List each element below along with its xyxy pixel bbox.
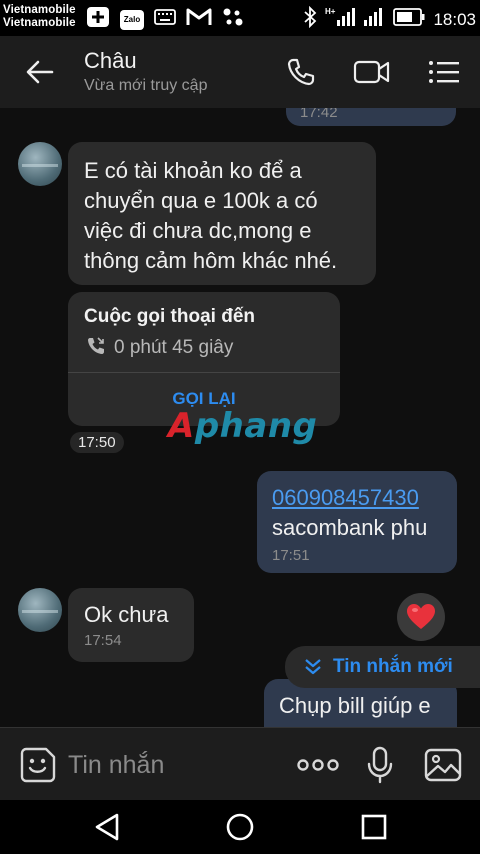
heart-reaction-button[interactable]	[397, 593, 445, 641]
contact-name[interactable]: Châu	[84, 48, 137, 74]
message-time: 17:54	[84, 632, 122, 649]
image-icon	[424, 748, 462, 782]
message-line: E có tài khoản ko để a	[84, 158, 302, 183]
nav-home-button[interactable]	[218, 808, 262, 846]
circle-home-icon	[226, 813, 254, 841]
more-options-button[interactable]	[294, 744, 342, 786]
heart-icon	[407, 604, 435, 629]
sticker-button[interactable]	[18, 744, 58, 786]
carrier-2: Vietnamobile	[3, 17, 76, 29]
system-navigation-bar	[0, 800, 480, 854]
message-bubble-incoming[interactable]: E có tài khoản ko để a chuyển qua e 100k…	[68, 142, 376, 285]
square-recents-icon	[361, 814, 387, 840]
message-time: 17:42	[300, 108, 338, 121]
message-bubble-outgoing[interactable]: 060908457430 sacombank phu 17:51	[257, 471, 457, 573]
chat-header: Châu Vừa mới truy cập	[0, 36, 480, 108]
message-text: Chụp bill giúp e	[279, 693, 431, 718]
double-chevron-down-icon	[305, 659, 321, 675]
list-menu-icon	[429, 61, 459, 83]
message-composer	[0, 727, 480, 800]
message-line: việc đi chưa dc,mong e	[84, 218, 312, 243]
message-line: chuyển qua e 100k a có	[84, 188, 318, 213]
nav-back-button[interactable]	[85, 808, 129, 846]
message-line: thông cảm hôm khác nhé.	[84, 248, 338, 273]
phone-icon	[287, 58, 315, 86]
more-dots-icon	[297, 759, 339, 771]
message-list[interactable]: 17:42 E có tài khoản ko để a chuyển qua …	[0, 108, 480, 727]
back-button[interactable]	[20, 54, 60, 90]
watermark-logo: Aphang	[168, 406, 318, 446]
gmail-icon	[186, 7, 212, 32]
call-duration: 0 phút 45 giây	[114, 337, 234, 358]
new-messages-label: Tin nhắn mới	[333, 656, 453, 677]
status-bar: Vietnamobile Vietnamobile Zalo H+ 18:03	[0, 0, 480, 36]
zalo-icon: Zalo	[120, 9, 144, 30]
signal-icon: H+	[325, 6, 356, 33]
system-status: H+ 18:03	[303, 5, 476, 33]
video-call-button[interactable]	[352, 54, 392, 90]
network-type: H+	[325, 7, 336, 16]
call-title: Cuộc gọi thoại đến	[84, 306, 255, 327]
add-box-icon	[86, 6, 110, 33]
triangle-back-icon	[95, 813, 119, 841]
notification-icons: Zalo	[86, 6, 244, 33]
message-bubble-incoming[interactable]: Ok chưa 17:54	[68, 588, 194, 662]
nav-recents-button[interactable]	[352, 808, 396, 846]
message-input[interactable]	[68, 746, 278, 784]
battery-icon	[393, 8, 425, 31]
video-camera-icon	[353, 60, 390, 84]
bluetooth-icon	[303, 5, 317, 33]
carrier-info: Vietnamobile Vietnamobile	[3, 4, 76, 30]
voice-call-button[interactable]	[281, 54, 321, 90]
new-messages-button[interactable]: Tin nhắn mới	[285, 646, 480, 688]
phone-missed-icon	[86, 336, 106, 361]
arrow-left-icon	[26, 60, 54, 84]
voice-record-button[interactable]	[364, 744, 396, 786]
menu-button[interactable]	[424, 54, 464, 90]
contact-avatar[interactable]	[18, 588, 62, 632]
sticker-smiley-icon	[20, 747, 56, 783]
message-time: 17:51	[272, 547, 310, 564]
dots-app-icon	[222, 7, 244, 32]
message-text: Ok chưa	[84, 602, 169, 627]
signal-icon-2	[363, 6, 385, 33]
gallery-button[interactable]	[422, 744, 464, 786]
message-bubble-outgoing[interactable]: 17:42	[286, 108, 456, 126]
message-text: sacombank phu	[272, 515, 428, 540]
microphone-icon	[367, 746, 393, 784]
contact-avatar[interactable]	[18, 142, 62, 186]
keyboard-icon	[154, 9, 176, 30]
message-time: 17:50	[70, 432, 124, 453]
clock: 18:03	[433, 9, 476, 29]
contact-status: Vừa mới truy cập	[84, 77, 208, 94]
phone-number-link[interactable]: 060908457430	[272, 483, 442, 513]
carrier-1: Vietnamobile	[3, 4, 76, 16]
